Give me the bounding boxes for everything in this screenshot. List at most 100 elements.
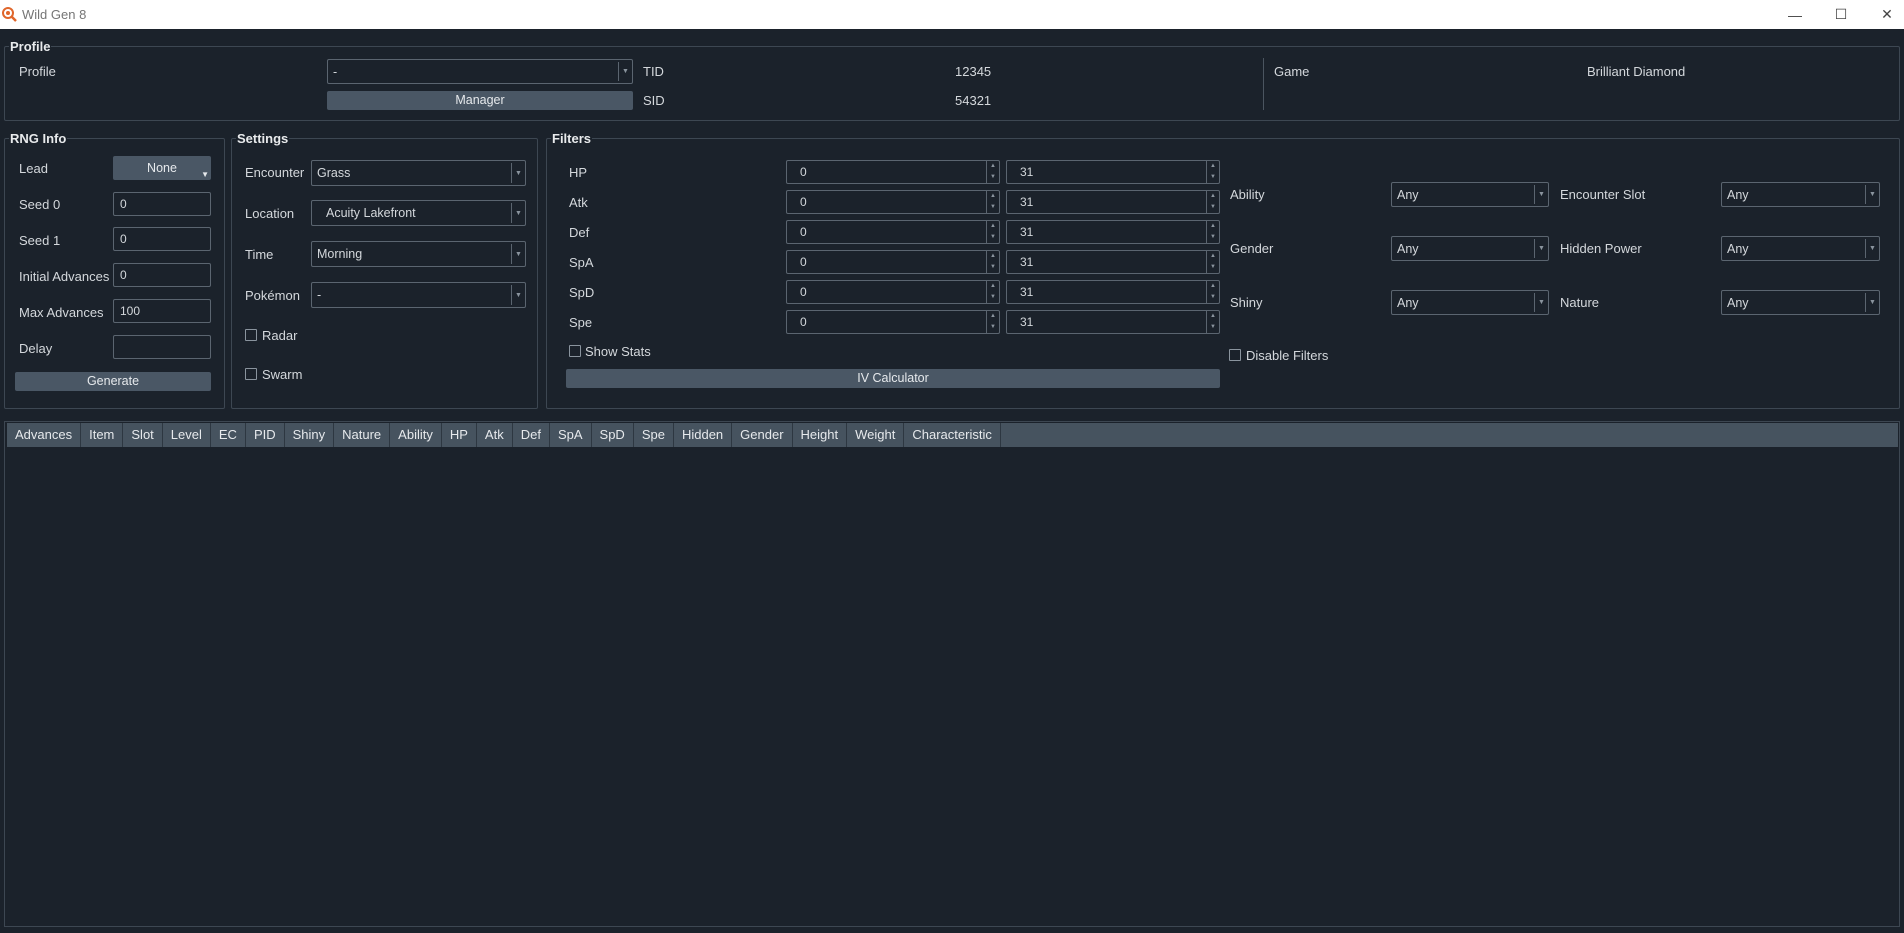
spin-buttons[interactable]: ▲ ▼ [986,221,999,243]
iv-min-spinbox[interactable]: 0 ▲ ▼ [786,310,1000,334]
initial-advances-input[interactable]: 0 [113,263,211,287]
gender-combo[interactable]: Any ▼ [1391,236,1549,261]
column-header[interactable]: Height [793,423,848,447]
column-header[interactable]: Level [163,423,211,447]
column-header[interactable]: Spe [634,423,674,447]
iv-max-spinbox[interactable]: 31 ▲ ▼ [1006,220,1220,244]
spin-buttons[interactable]: ▲ ▼ [986,311,999,333]
show-stats-checkbox[interactable] [569,345,581,357]
spin-buttons[interactable]: ▲ ▼ [986,191,999,213]
iv-min-spinbox[interactable]: 0 ▲ ▼ [786,250,1000,274]
column-header[interactable]: PID [246,423,285,447]
spin-buttons[interactable]: ▲ ▼ [1206,311,1219,333]
column-header[interactable]: Shiny [285,423,335,447]
nature-combo[interactable]: Any ▼ [1721,290,1880,315]
column-header[interactable]: EC [211,423,246,447]
time-combo[interactable]: Morning ▼ [311,241,526,267]
radar-checkbox[interactable] [245,329,257,341]
spin-down-icon[interactable]: ▼ [1207,292,1219,303]
encounter-combo[interactable]: Grass ▼ [311,160,526,186]
shiny-combo[interactable]: Any ▼ [1391,290,1549,315]
iv-min-spinbox[interactable]: 0 ▲ ▼ [786,280,1000,304]
manager-button[interactable]: Manager [327,91,633,110]
column-header[interactable]: Ability [390,423,442,447]
spin-buttons[interactable]: ▲ ▼ [1206,251,1219,273]
spin-up-icon[interactable]: ▲ [1207,221,1219,232]
gender-combo-value: Any [1397,242,1419,256]
spin-down-icon[interactable]: ▼ [987,262,999,273]
seed1-input[interactable]: 0 [113,227,211,251]
spin-down-icon[interactable]: ▼ [1207,262,1219,273]
delay-input[interactable] [113,335,211,359]
lead-menu-button[interactable]: None ▼ [113,156,211,180]
spin-up-icon[interactable]: ▲ [1207,311,1219,322]
spin-down-icon[interactable]: ▼ [987,292,999,303]
maximize-icon[interactable]: ☐ [1818,0,1864,29]
iv-min-spinbox[interactable]: 0 ▲ ▼ [786,190,1000,214]
spin-up-icon[interactable]: ▲ [1207,281,1219,292]
spin-down-icon[interactable]: ▼ [1207,172,1219,183]
iv-max-spinbox[interactable]: 31 ▲ ▼ [1006,190,1220,214]
spin-down-icon[interactable]: ▼ [987,232,999,243]
spin-up-icon[interactable]: ▲ [987,281,999,292]
spin-up-icon[interactable]: ▲ [987,311,999,322]
spin-buttons[interactable]: ▲ ▼ [1206,221,1219,243]
column-header[interactable]: Item [81,423,124,447]
spin-up-icon[interactable]: ▲ [987,191,999,202]
iv-calculator-button[interactable]: IV Calculator [566,369,1220,388]
spin-buttons[interactable]: ▲ ▼ [1206,161,1219,183]
spin-up-icon[interactable]: ▲ [1207,251,1219,262]
generate-button[interactable]: Generate [15,372,211,391]
iv-max-spinbox[interactable]: 31 ▲ ▼ [1006,250,1220,274]
hidden-power-combo[interactable]: Any ▼ [1721,236,1880,261]
spin-down-icon[interactable]: ▼ [1207,322,1219,333]
minimize-icon[interactable]: — [1772,0,1818,29]
encounter-slot-combo[interactable]: Any ▼ [1721,182,1880,207]
ability-combo[interactable]: Any ▼ [1391,182,1549,207]
column-header[interactable]: Def [513,423,550,447]
spin-down-icon[interactable]: ▼ [987,202,999,213]
iv-max-spinbox[interactable]: 31 ▲ ▼ [1006,310,1220,334]
hidden-power-label: Hidden Power [1560,241,1642,256]
iv-min-spinbox[interactable]: 0 ▲ ▼ [786,220,1000,244]
close-icon[interactable]: ✕ [1864,0,1904,29]
iv-min-spinbox[interactable]: 0 ▲ ▼ [786,160,1000,184]
iv-max-spinbox[interactable]: 31 ▲ ▼ [1006,280,1220,304]
spin-buttons[interactable]: ▲ ▼ [986,161,999,183]
spin-down-icon[interactable]: ▼ [987,172,999,183]
column-header[interactable]: Nature [334,423,391,447]
column-header[interactable]: Characteristic [904,423,1001,447]
spin-buttons[interactable]: ▲ ▼ [986,251,999,273]
spin-up-icon[interactable]: ▲ [1207,191,1219,202]
column-header[interactable]: HP [442,423,477,447]
spin-buttons[interactable]: ▲ ▼ [1206,281,1219,303]
iv-max-spinbox[interactable]: 31 ▲ ▼ [1006,160,1220,184]
spin-up-icon[interactable]: ▲ [987,251,999,262]
spin-up-icon[interactable]: ▲ [987,221,999,232]
column-header[interactable]: Hidden [674,423,733,447]
column-header[interactable]: Gender [732,423,793,447]
spin-buttons[interactable]: ▲ ▼ [1206,191,1219,213]
seed0-input[interactable]: 0 [113,192,211,216]
spin-down-icon[interactable]: ▼ [1207,202,1219,213]
spin-up-icon[interactable]: ▲ [987,161,999,172]
max-advances-input[interactable]: 100 [113,299,211,323]
column-header[interactable]: SpD [592,423,634,447]
column-header[interactable]: Atk [477,423,513,447]
title-bar: Wild Gen 8 — ☐ ✕ [0,0,1904,29]
spin-buttons[interactable]: ▲ ▼ [986,281,999,303]
column-header[interactable]: SpA [550,423,592,447]
disable-filters-checkbox[interactable] [1229,349,1241,361]
column-header[interactable]: Weight [847,423,905,447]
spin-down-icon[interactable]: ▼ [1207,232,1219,243]
column-header[interactable]: Advances [7,423,82,447]
iv-stat-label: HP [569,165,588,180]
profile-combo[interactable]: - ▼ [327,59,633,84]
column-header[interactable]: Slot [123,423,163,447]
results-table[interactable]: Advances Item Slot Level EC PID Shiny Nature Abi… [4,421,1900,927]
spin-up-icon[interactable]: ▲ [1207,161,1219,172]
pokemon-combo[interactable]: - ▼ [311,282,526,308]
swarm-checkbox[interactable] [245,368,257,380]
spin-down-icon[interactable]: ▼ [987,322,999,333]
location-combo[interactable]: Acuity Lakefront ▼ [311,200,526,226]
